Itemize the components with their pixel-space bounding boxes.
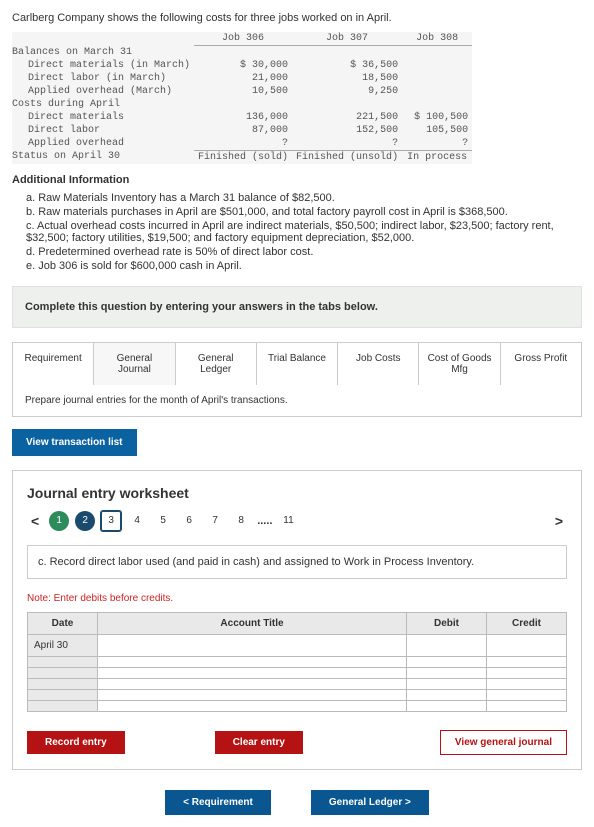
account-title-input[interactable]: [98, 700, 407, 711]
step-8[interactable]: 8: [231, 511, 251, 531]
info-a: a. Raw Materials Inventory has a March 3…: [26, 192, 582, 204]
account-title-input[interactable]: [98, 689, 407, 700]
chevron-right-icon: >: [402, 797, 411, 808]
bottom-nav: < Requirement General Ledger >: [12, 790, 582, 815]
info-c: c. Actual overhead costs incurred in Apr…: [26, 220, 582, 244]
table-row: April 30: [28, 634, 567, 656]
debits-before-credits-note: Note: Enter debits before credits.: [27, 593, 567, 604]
debit-input[interactable]: [407, 656, 487, 667]
info-b: b. Raw materials purchases in April are …: [26, 206, 582, 218]
nav-next-label: General Ledger: [329, 797, 402, 808]
intro-text: Carlberg Company shows the following cos…: [12, 12, 582, 24]
step-7[interactable]: 7: [205, 511, 225, 531]
info-d: d. Predetermined overhead rate is 50% of…: [26, 246, 582, 258]
credit-input[interactable]: [487, 700, 567, 711]
step-next-icon[interactable]: >: [551, 513, 567, 529]
account-title-input[interactable]: [98, 678, 407, 689]
row-dm-march: Direct materials (in March): [12, 59, 194, 72]
credit-input[interactable]: [487, 656, 567, 667]
credit-input[interactable]: [487, 634, 567, 656]
tab-instruction: Complete this question by entering your …: [12, 286, 582, 328]
row-dl-march: Direct labor (in March): [12, 72, 194, 85]
table-row: [28, 656, 567, 667]
col-credit: Credit: [487, 612, 567, 634]
account-title-input[interactable]: [98, 634, 407, 656]
tab-requirement[interactable]: Requirement: [13, 343, 94, 385]
step-1[interactable]: 1: [49, 511, 69, 531]
account-title-input[interactable]: [98, 656, 407, 667]
additional-info-title: Additional Information: [12, 174, 582, 186]
row-oh-april: Applied overhead: [12, 137, 194, 151]
step-11[interactable]: 11: [278, 511, 298, 531]
info-e: e. Job 306 is sold for $600,000 cash in …: [26, 260, 582, 272]
debit-input[interactable]: [407, 667, 487, 678]
col-job-306: Job 306: [194, 32, 292, 46]
credit-input[interactable]: [487, 678, 567, 689]
nav-next-button[interactable]: General Ledger >: [311, 790, 429, 815]
clear-entry-button[interactable]: Clear entry: [215, 731, 303, 754]
record-entry-button[interactable]: Record entry: [27, 731, 125, 754]
step-6[interactable]: 6: [179, 511, 199, 531]
row-dl-april: Direct labor: [12, 124, 194, 137]
col-debit: Debit: [407, 612, 487, 634]
tab-general-ledger[interactable]: General Ledger: [176, 343, 257, 385]
table-row: [28, 689, 567, 700]
col-job-308: Job 308: [402, 32, 472, 46]
journal-entry-table: Date Account Title Debit Credit April 30: [27, 612, 567, 712]
table-row: [28, 678, 567, 689]
nav-back-button[interactable]: < Requirement: [165, 790, 271, 815]
table-row: [28, 667, 567, 678]
step-2[interactable]: 2: [75, 511, 95, 531]
tab-gross-profit[interactable]: Gross Profit: [501, 343, 581, 385]
tab-trial-balance[interactable]: Trial Balance: [257, 343, 338, 385]
additional-info-list: a. Raw Materials Inventory has a March 3…: [12, 192, 582, 272]
debit-input[interactable]: [407, 678, 487, 689]
step-3[interactable]: 3: [101, 511, 121, 531]
group-balances: Balances on March 31: [12, 46, 194, 59]
step-4[interactable]: 4: [127, 511, 147, 531]
debit-input[interactable]: [407, 634, 487, 656]
chevron-left-icon: <: [183, 797, 192, 808]
debit-input[interactable]: [407, 700, 487, 711]
tab-cogm[interactable]: Cost of Goods Mfg: [419, 343, 500, 385]
date-cell: April 30: [28, 634, 98, 656]
tab-general-journal[interactable]: General Journal: [94, 343, 175, 385]
debit-input[interactable]: [407, 689, 487, 700]
group-april: Costs during April: [12, 98, 194, 111]
table-row: [28, 700, 567, 711]
row-dm-april: Direct materials: [12, 111, 194, 124]
step-ellipsis: .....: [257, 515, 272, 527]
worksheet-title: Journal entry worksheet: [27, 485, 567, 501]
col-job-307: Job 307: [292, 32, 402, 46]
view-general-journal-button[interactable]: View general journal: [440, 730, 567, 755]
credit-input[interactable]: [487, 667, 567, 678]
worksheet-buttons: Record entry Clear entry View general jo…: [27, 730, 567, 755]
row-oh-march: Applied overhead (March): [12, 85, 194, 98]
step-5[interactable]: 5: [153, 511, 173, 531]
entry-instruction: c. Record direct labor used (and paid in…: [27, 545, 567, 579]
prepare-instruction: Prepare journal entries for the month of…: [12, 385, 582, 417]
tabs-row: Requirement General Journal General Ledg…: [12, 342, 582, 385]
nav-back-label: Requirement: [192, 797, 253, 808]
view-transaction-list-button[interactable]: View transaction list: [12, 429, 137, 456]
col-date: Date: [28, 612, 98, 634]
journal-entry-worksheet: Journal entry worksheet < 1 2 3 4 5 6 7 …: [12, 470, 582, 770]
step-nav: < 1 2 3 4 5 6 7 8 ..... 11 >: [27, 511, 567, 531]
row-status: Status on April 30: [12, 150, 194, 164]
credit-input[interactable]: [487, 689, 567, 700]
account-title-input[interactable]: [98, 667, 407, 678]
col-account-title: Account Title: [98, 612, 407, 634]
tab-job-costs[interactable]: Job Costs: [338, 343, 419, 385]
step-prev-icon[interactable]: <: [27, 513, 43, 529]
costs-table: Job 306 Job 307 Job 308 Balances on Marc…: [12, 32, 472, 164]
